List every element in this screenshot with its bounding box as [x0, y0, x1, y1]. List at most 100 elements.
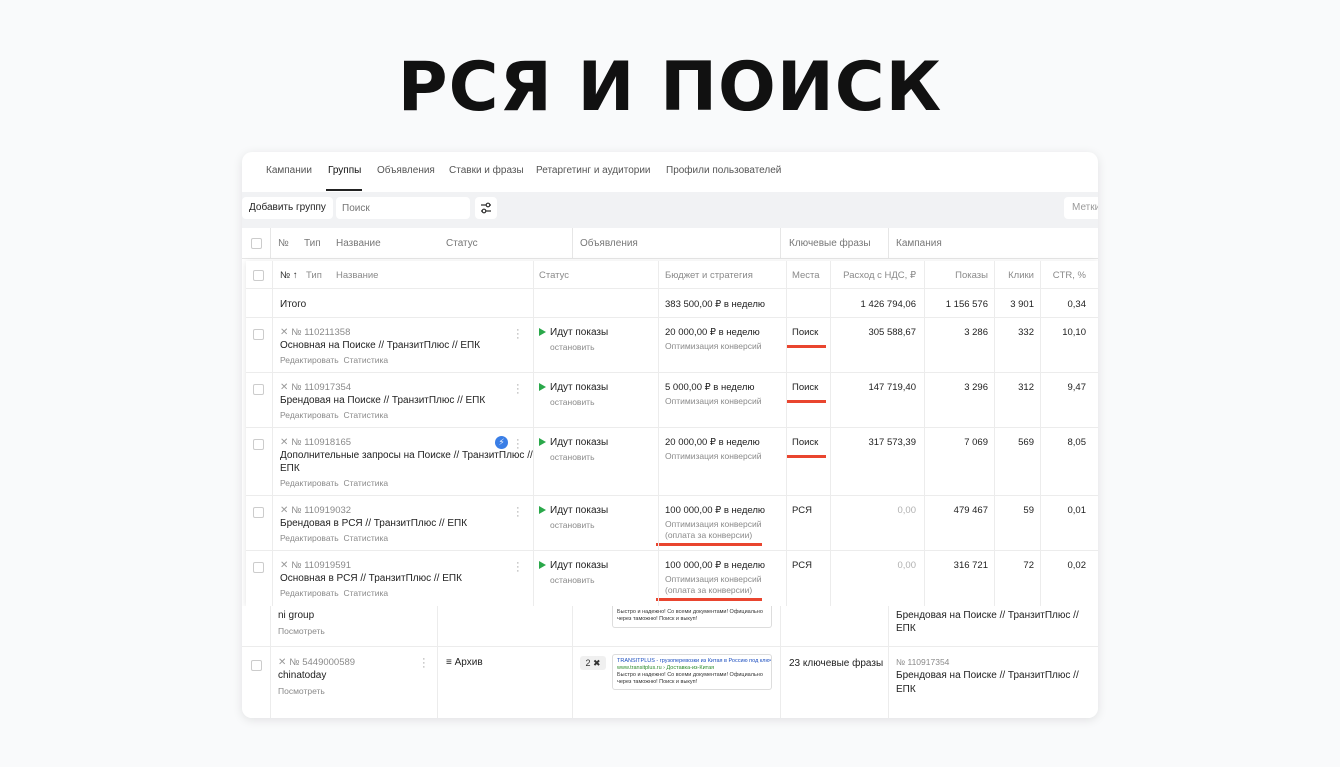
ad-preview[interactable]: Быстро и надежно! Со всеми документами! … [612, 606, 772, 628]
group-name[interactable]: Основная в РСЯ // ТранзитПлюс // ЕПК [280, 573, 462, 584]
shows: 7 069 [964, 437, 988, 448]
close-icon[interactable]: ✕ [280, 560, 288, 571]
add-group-button[interactable]: Добавить группу [242, 197, 333, 219]
group-name[interactable]: Основная на Поиске // ТранзитПлюс // ЕПК [280, 340, 480, 351]
close-icon[interactable]: ✕ [280, 505, 288, 516]
table-row[interactable]: ✕ № 110919032 · · · Брендовая в РСЯ // Тран… [246, 496, 1098, 551]
budget: 5 000,00 ₽ в неделю [665, 382, 755, 393]
row-checkbox[interactable] [253, 439, 264, 450]
tab-campaigns[interactable]: Кампании [266, 165, 312, 176]
table-row[interactable]: ✕ № 110211358 · · · Основная на Поиске // Т… [246, 318, 1098, 373]
keywords-count[interactable]: 23 ключевые фразы [789, 658, 883, 669]
stats-link[interactable]: Статистика [343, 478, 388, 488]
col-type[interactable]: Тип [304, 238, 321, 249]
row-checkbox[interactable] [253, 384, 264, 395]
select-all-checkbox[interactable] [253, 270, 264, 281]
group-name[interactable]: Брендовая на Поиске // ТранзитПлюс // ЕП… [280, 395, 485, 406]
ad-count-chip[interactable]: 2 ✖ [580, 656, 606, 670]
clicks: 312 [1018, 382, 1034, 393]
group-id: ✕ № 110918165 [280, 437, 352, 448]
stop-link[interactable]: остановить [550, 520, 595, 530]
view-link[interactable]: Посмотреть [278, 686, 325, 696]
more-vertical-icon[interactable]: · · · [422, 654, 426, 673]
row-divider [242, 646, 1098, 647]
col-type[interactable]: Тип [306, 270, 322, 281]
stats-link[interactable]: Статистика [343, 588, 388, 598]
close-icon[interactable]: ✖ [593, 658, 601, 668]
col-shows[interactable]: Показы [926, 270, 988, 281]
clicks: 72 [1023, 560, 1034, 571]
tab-ads[interactable]: Объявления [377, 165, 435, 176]
stats-link[interactable]: Статистика [343, 355, 388, 365]
edit-link[interactable]: Редактировать [280, 478, 339, 488]
group-name[interactable]: ni group [278, 610, 314, 621]
ctr: 9,47 [1067, 382, 1087, 393]
campaign-name[interactable]: Брендовая на Поиске // ТранзитПлюс // [896, 670, 1079, 681]
tab-bids[interactable]: Ставки и фразы [449, 165, 524, 176]
close-icon[interactable]: ✕ [280, 327, 288, 338]
group-name[interactable]: Дополнительные запросы на Поиске // Тран… [280, 450, 533, 461]
more-vertical-icon[interactable]: · · · [516, 325, 520, 344]
close-icon[interactable]: ✕ [280, 437, 288, 448]
edit-link[interactable]: Редактировать [280, 588, 339, 598]
tab-groups[interactable]: Группы [328, 165, 361, 176]
stop-link[interactable]: остановить [550, 397, 595, 407]
column-divider [270, 228, 271, 259]
row-checkbox[interactable] [251, 660, 262, 671]
tab-retargeting[interactable]: Ретаргетинг и аудитории [536, 165, 651, 176]
group-name[interactable]: Брендовая в РСЯ // ТранзитПлюс // ЕПК [280, 518, 467, 529]
table-row[interactable]: ✕ № 110917354 · · · Брендовая на Поиске // … [246, 373, 1098, 428]
more-vertical-icon[interactable]: · · · [516, 558, 520, 577]
col-status[interactable]: Статус [446, 238, 478, 249]
col-keywords[interactable]: Ключевые фразы [789, 238, 871, 249]
edit-link[interactable]: Редактировать [280, 355, 339, 365]
filter-settings-button[interactable] [475, 197, 497, 219]
group-name[interactable]: chinatoday [278, 670, 326, 681]
row-checkbox[interactable] [253, 329, 264, 340]
col-status[interactable]: Статус [539, 270, 569, 281]
col-spend[interactable]: Расход с НДС, ₽ [832, 270, 916, 281]
labels-field[interactable]: Метки [1064, 197, 1098, 219]
table-row[interactable]: ✕ № 110919591 · · · Основная в РСЯ // Транз… [246, 551, 1098, 606]
more-vertical-icon[interactable]: · · · [516, 503, 520, 522]
tab-user-profiles[interactable]: Профили пользователей [666, 165, 781, 176]
play-icon [539, 438, 546, 446]
col-no[interactable]: № [278, 238, 289, 249]
col-name[interactable]: Название [336, 238, 381, 249]
table-row[interactable]: ✕ № 110918165 ⚡ · · · Дополнительные запрос… [246, 428, 1098, 496]
campaign-name[interactable]: Брендовая на Поиске // ТранзитПлюс // [896, 610, 1079, 621]
lightning-icon[interactable]: ⚡ [495, 436, 508, 449]
col-campaign[interactable]: Кампания [896, 238, 942, 249]
search-input[interactable] [336, 197, 470, 219]
col-ads[interactable]: Объявления [580, 238, 638, 249]
stop-link[interactable]: остановить [550, 575, 595, 585]
close-icon[interactable]: ✕ [278, 657, 286, 668]
ad-preview[interactable]: TRANSITPLUS - грузоперевозки из Китая в … [612, 654, 772, 690]
ctr: 10,10 [1062, 327, 1086, 338]
stats-link[interactable]: Статистика [343, 410, 388, 420]
clicks: 332 [1018, 327, 1034, 338]
select-all-checkbox[interactable] [251, 238, 262, 249]
col-clicks[interactable]: Клики [996, 270, 1034, 281]
row-checkbox[interactable] [253, 562, 264, 573]
more-vertical-icon[interactable]: · · · [516, 435, 520, 454]
col-places[interactable]: Места [792, 270, 820, 281]
col-ctr[interactable]: CTR, % [1042, 270, 1086, 281]
close-icon[interactable]: ✕ [280, 382, 288, 393]
stats-link[interactable]: Статистика [343, 533, 388, 543]
view-link[interactable]: Посмотреть [278, 626, 325, 636]
edit-link[interactable]: Редактировать [280, 533, 339, 543]
col-no-sorted[interactable]: № ↑ [280, 270, 298, 281]
stop-link[interactable]: остановить [550, 342, 595, 352]
campaign-name-continued[interactable]: ЕПК [896, 684, 916, 695]
stop-link[interactable]: остановить [550, 452, 595, 462]
campaign-name-continued[interactable]: ЕПК [896, 623, 916, 634]
ctr: 0,02 [1067, 560, 1087, 571]
group-name-continued[interactable]: ЕПК [280, 463, 300, 474]
edit-link[interactable]: Редактировать [280, 410, 339, 420]
col-name[interactable]: Название [336, 270, 378, 281]
row-checkbox[interactable] [253, 507, 264, 518]
more-vertical-icon[interactable]: · · · [516, 380, 520, 399]
strategy: Оптимизация конверсий [665, 519, 762, 529]
col-budget[interactable]: Бюджет и стратегия [665, 270, 753, 281]
